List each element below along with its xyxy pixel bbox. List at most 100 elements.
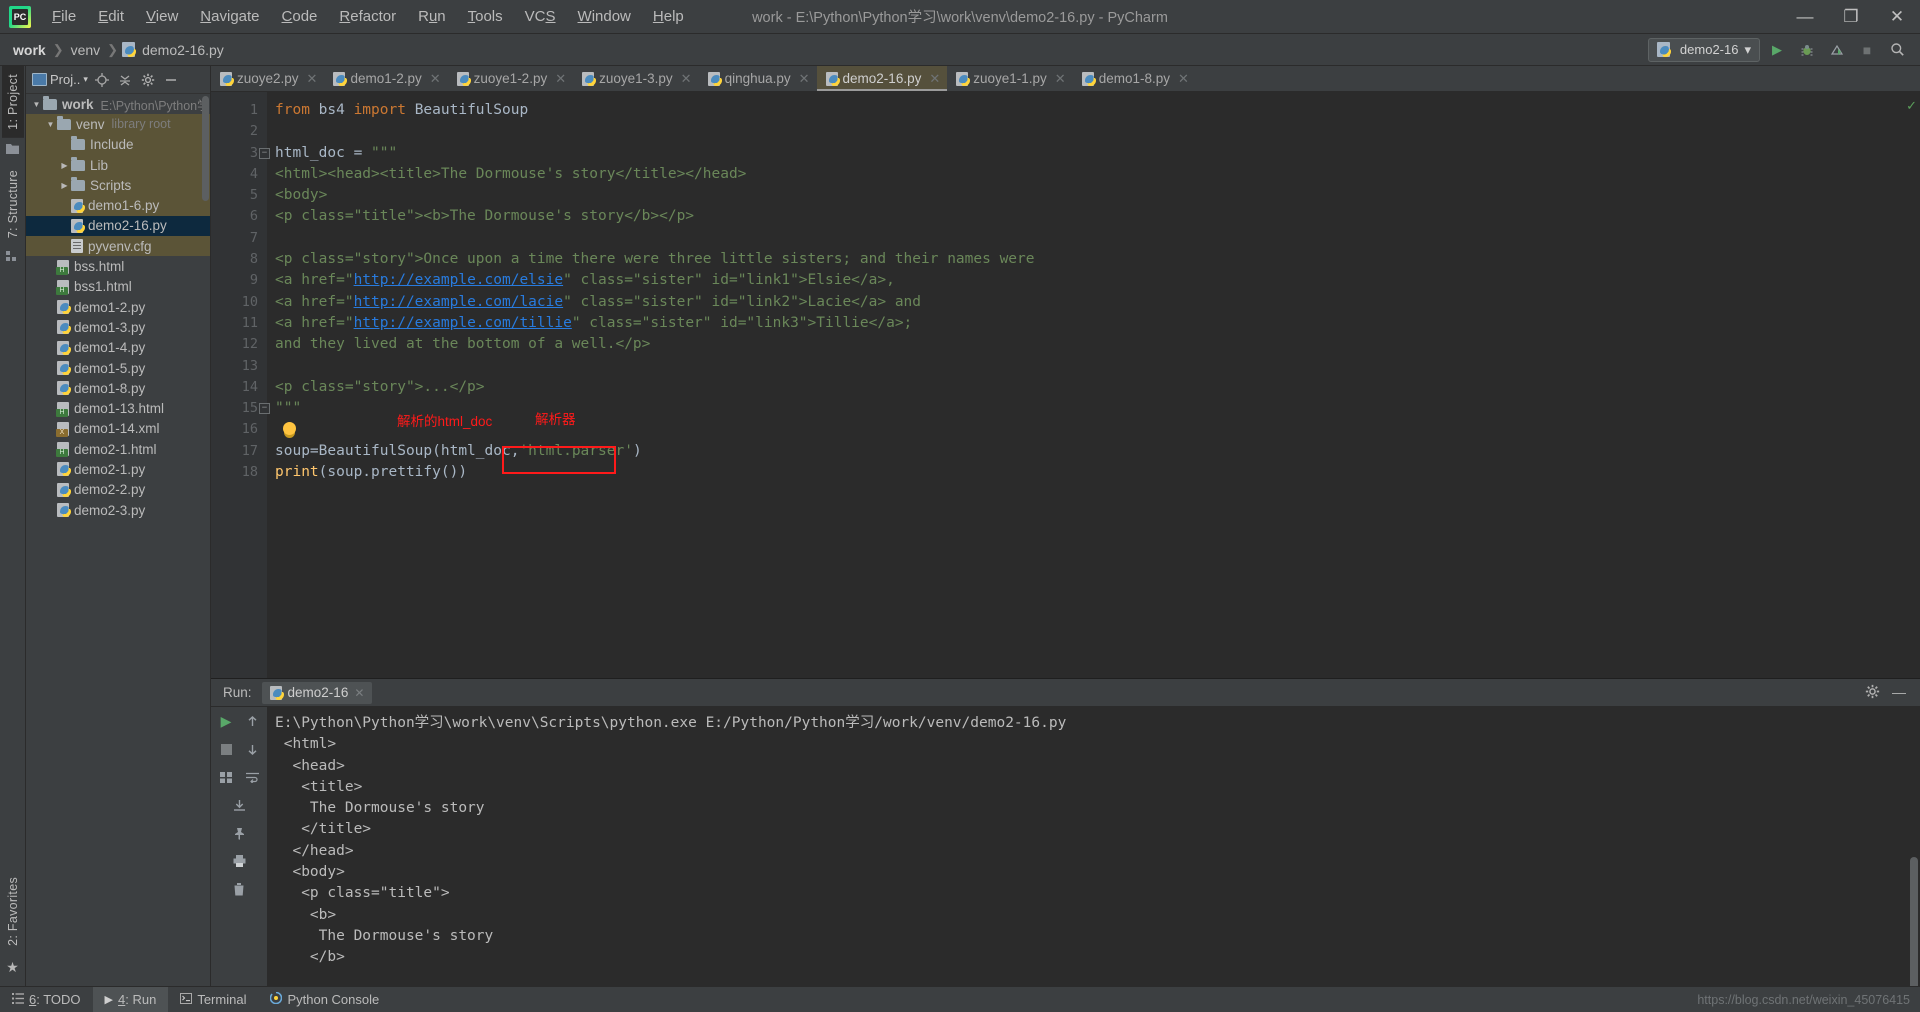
stop-icon[interactable] xyxy=(213,735,239,763)
menu-help[interactable]: Help xyxy=(642,4,695,29)
code-line[interactable]: and they lived at the bottom of a well.<… xyxy=(267,334,1906,355)
tree-row-bss1-html[interactable]: bss1.html xyxy=(26,277,210,297)
maximize-button[interactable]: ❐ xyxy=(1828,0,1874,33)
editor-tab-demo1-8-py[interactable]: demo1-8.py ✕ xyxy=(1073,66,1196,91)
close-icon[interactable]: ✕ xyxy=(681,71,692,87)
tree-row-demo1-5-py[interactable]: demo1-5.py xyxy=(26,358,210,378)
lightbulb-intention-icon[interactable] xyxy=(283,422,296,435)
star-icon[interactable]: ★ xyxy=(6,959,19,976)
sidebar-tab-favorites[interactable]: 2: Favorites xyxy=(2,869,24,954)
status-item-todo[interactable]: 6: TODO xyxy=(0,987,93,1012)
code-line[interactable]: <a href="http://example.com/elsie" class… xyxy=(267,270,1906,291)
project-file-tree[interactable]: ▼ work E:\Python\Python学 ▼ venv library root I… xyxy=(26,94,210,986)
menu-refactor[interactable]: Refactor xyxy=(328,4,407,29)
tree-row-demo2-3-py[interactable]: demo2-3.py xyxy=(26,500,210,520)
tree-row-demo1-13-html[interactable]: demo1-13.html xyxy=(26,398,210,418)
chevron-down-icon[interactable]: ▼ xyxy=(44,120,57,129)
run-button[interactable]: ▶ xyxy=(1764,38,1790,62)
tree-row-demo2-16-py[interactable]: demo2-16.py xyxy=(26,215,210,237)
gear-settings-icon[interactable] xyxy=(138,69,159,91)
stop-button[interactable]: ■ xyxy=(1854,38,1880,62)
editor-tab-demo2-16-py[interactable]: demo2-16.py ✕ xyxy=(816,66,948,91)
menu-edit[interactable]: Edit xyxy=(87,4,135,29)
hide-panel-icon[interactable] xyxy=(161,69,182,91)
editor-area[interactable]: 1 2 3−4 5 6 7 8 9 10 11 12 13 14 15−16 17 18 from bs4 i… xyxy=(211,92,1920,678)
menu-run[interactable]: Run xyxy=(407,4,457,29)
tree-row-pyvenv-cfg[interactable]: pyvenv.cfg xyxy=(26,236,210,257)
gear-settings-icon[interactable] xyxy=(1865,684,1880,702)
soft-wrap-icon[interactable] xyxy=(239,763,265,791)
debug-icon[interactable] xyxy=(1794,38,1820,62)
tree-row-demo2-1-html[interactable]: demo2-1.html xyxy=(26,439,210,459)
rerun-up-icon[interactable] xyxy=(239,707,265,735)
print-icon[interactable] xyxy=(226,847,252,875)
close-icon[interactable]: ✕ xyxy=(307,71,318,87)
close-icon[interactable]: ✕ xyxy=(1178,71,1189,87)
close-icon[interactable]: ✕ xyxy=(354,686,364,700)
tree-row-venv[interactable]: ▼ venv library root xyxy=(26,114,210,135)
code-line[interactable]: <p class="story">Once upon a time there … xyxy=(267,249,1906,270)
run-tab-demo2-16[interactable]: demo2-16 ✕ xyxy=(261,681,373,704)
collapse-all-icon[interactable] xyxy=(115,69,136,91)
target-locate-icon[interactable] xyxy=(92,69,113,91)
code-line[interactable]: <html><head><title>The Dormouse's story<… xyxy=(267,164,1906,185)
code-line[interactable] xyxy=(267,356,1906,377)
code-line[interactable]: <a href="http://example.com/tillie" clas… xyxy=(267,313,1906,334)
close-icon[interactable]: ✕ xyxy=(929,71,940,87)
minimize-tool-window-icon[interactable]: — xyxy=(1892,684,1906,702)
sidebar-tab-structure[interactable]: 7: Structure xyxy=(2,162,24,246)
editor-code-area[interactable]: from bs4 import BeautifulSoup html_doc =… xyxy=(267,92,1906,678)
tree-row-bss-html[interactable]: bss.html xyxy=(26,256,210,276)
project-view-selector[interactable]: Proj.. ▾ xyxy=(29,72,90,87)
editor-tab-qinghua-py[interactable]: qinghua.py ✕ xyxy=(699,66,817,91)
code-line[interactable] xyxy=(267,419,1906,440)
minimize-button[interactable]: — xyxy=(1782,0,1828,33)
tree-row-demo1-4-py[interactable]: demo1-4.py xyxy=(26,338,210,358)
code-line[interactable]: <body> xyxy=(267,185,1906,206)
print-layout-icon[interactable] xyxy=(213,763,239,791)
window-controls[interactable]: — ❐ ✕ xyxy=(1782,0,1920,33)
editor-tab-zuoye2-py[interactable]: zuoye2.py ✕ xyxy=(211,66,324,91)
editor-tab-demo1-2-py[interactable]: demo1-2.py ✕ xyxy=(324,66,447,91)
tree-row-demo1-14-xml[interactable]: demo1-14.xml xyxy=(26,419,210,439)
breadcrumb-venv[interactable]: venv xyxy=(68,42,104,58)
tree-row-scripts[interactable]: ▶ Scripts xyxy=(26,175,210,196)
editor-tab-strip[interactable]: zuoye2.py ✕ demo1-2.py ✕ zuoye1-2.py ✕ zuoye1-… xyxy=(211,66,1920,92)
status-item-run[interactable]: ▶ 4: Run xyxy=(92,986,169,1012)
project-tree-scrollbar[interactable] xyxy=(202,96,209,201)
menu-navigate[interactable]: Navigate xyxy=(189,4,270,29)
close-icon[interactable]: ✕ xyxy=(555,71,566,87)
code-line[interactable]: """ xyxy=(267,398,1906,419)
run-side-toolbar[interactable]: ▶ xyxy=(211,707,267,986)
scroll-down-icon[interactable] xyxy=(239,735,265,763)
code-line[interactable] xyxy=(267,228,1906,249)
tree-row-demo1-3-py[interactable]: demo1-3.py xyxy=(26,317,210,337)
code-line[interactable]: <p class="story">...</p> xyxy=(267,377,1906,398)
tree-row-demo2-2-py[interactable]: demo2-2.py xyxy=(26,480,210,500)
close-icon[interactable]: ✕ xyxy=(430,71,441,87)
tree-row-lib[interactable]: ▶ Lib xyxy=(26,154,210,176)
export-icon[interactable] xyxy=(226,791,252,819)
menu-vcs[interactable]: VCS xyxy=(514,4,567,29)
code-line[interactable]: html_doc = """ xyxy=(267,143,1906,164)
chevron-down-icon[interactable]: ▼ xyxy=(30,100,43,109)
menu-code[interactable]: Code xyxy=(271,4,329,29)
close-icon[interactable]: ✕ xyxy=(799,71,810,87)
editor-tab-zuoye1-3-py[interactable]: zuoye1-3.py ✕ xyxy=(573,66,698,91)
menu-window[interactable]: Window xyxy=(567,4,642,29)
tree-row-demo1-8-py[interactable]: demo1-8.py xyxy=(26,378,210,398)
close-button[interactable]: ✕ xyxy=(1874,0,1920,33)
tree-row-demo1-2-py[interactable]: demo1-2.py xyxy=(26,297,210,317)
code-line[interactable] xyxy=(267,121,1906,142)
trash-icon[interactable] xyxy=(226,875,252,903)
coverage-run-icon[interactable] xyxy=(1824,38,1850,62)
tree-row-include[interactable]: Include xyxy=(26,134,210,155)
sidebar-tab-project[interactable]: 1: Project xyxy=(1,66,24,138)
menu-tools[interactable]: Tools xyxy=(457,4,514,29)
breadcrumb-work[interactable]: work xyxy=(10,42,49,58)
code-line[interactable]: <a href="http://example.com/lacie" class… xyxy=(267,292,1906,313)
breadcrumb-file[interactable]: demo2-16.py xyxy=(139,42,227,58)
search-magnifier-icon[interactable] xyxy=(1884,38,1910,62)
editor-tab-zuoye1-2-py[interactable]: zuoye1-2.py ✕ xyxy=(448,66,573,91)
pin-icon[interactable] xyxy=(226,819,252,847)
